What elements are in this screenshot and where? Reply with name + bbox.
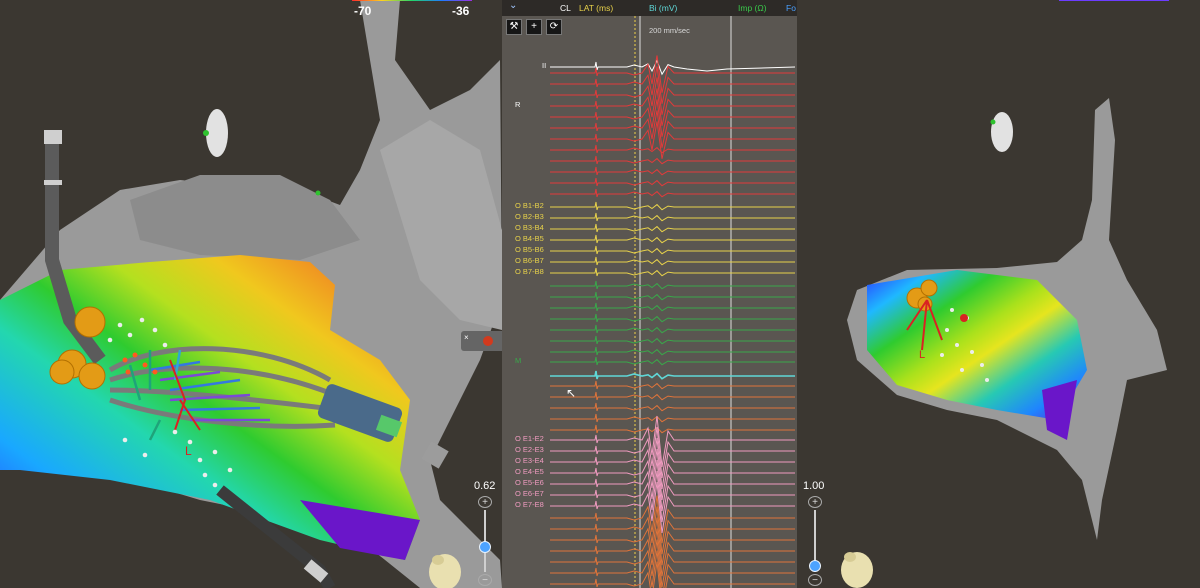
ecg-trace[interactable] <box>550 324 795 334</box>
ecg-trace[interactable] <box>550 402 795 412</box>
ecg-trace[interactable] <box>550 517 795 566</box>
ecg-trace[interactable] <box>550 280 795 290</box>
ecg-trace[interactable] <box>550 166 795 176</box>
channel-label[interactable]: R <box>515 100 520 109</box>
catheter-tip <box>44 130 62 144</box>
channel-label[interactable]: O E2-E3 <box>515 445 544 454</box>
ecg-trace[interactable] <box>550 539 795 588</box>
lat-color-scale <box>1059 0 1169 1</box>
ecg-trace[interactable] <box>550 380 795 390</box>
channel-label[interactable]: O E1-E2 <box>515 434 544 443</box>
ecg-trace[interactable] <box>550 267 795 277</box>
anatomy-marker-l: L <box>919 349 925 361</box>
channel-label[interactable]: O B7-B8 <box>515 267 544 276</box>
ecg-trace[interactable] <box>550 561 795 588</box>
ecg-trace[interactable] <box>550 335 795 345</box>
channel-label[interactable]: O E6-E7 <box>515 489 544 498</box>
catheter-tip-marker <box>960 314 968 322</box>
ecg-trace[interactable] <box>550 346 795 356</box>
landmark-tag <box>991 112 1013 152</box>
zoom-value-label: 1.00 <box>803 480 825 492</box>
channel-label[interactable]: O B3-B4 <box>515 223 544 232</box>
zoom-slider-knob[interactable] <box>809 560 821 572</box>
ecg-trace[interactable] <box>550 313 795 323</box>
ecg-trace[interactable] <box>550 177 795 187</box>
channel-label[interactable]: O E5-E6 <box>515 478 544 487</box>
channel-label[interactable]: O E7-E8 <box>515 500 544 509</box>
zoom-in-button[interactable]: + <box>478 496 492 508</box>
channel-label[interactable]: O B4-B5 <box>515 234 544 243</box>
zoom-out-button[interactable]: − <box>808 574 822 586</box>
lat-color-scale <box>352 0 472 1</box>
mouse-cursor-icon: ↖ <box>566 386 577 400</box>
ecg-trace[interactable] <box>550 223 795 233</box>
ecg-trace[interactable] <box>550 370 795 380</box>
anatomy-marker-l: L <box>185 444 192 458</box>
ecg-traces[interactable] <box>502 0 797 588</box>
channel-label[interactable]: II <box>542 61 546 70</box>
ecg-trace[interactable] <box>550 506 795 555</box>
channel-label[interactable]: O E3-E4 <box>515 456 544 465</box>
ecg-trace[interactable] <box>550 234 795 244</box>
ecg-trace[interactable] <box>550 59 796 76</box>
ecg-trace[interactable] <box>550 55 795 93</box>
channel-label[interactable]: O B5-B6 <box>515 245 544 254</box>
map-viewport-left[interactable]: L -70 -36 × 0.62 + − <box>0 0 502 588</box>
channel-label[interactable]: O B6-B7 <box>515 256 544 265</box>
zoom-value-label: 0.62 <box>474 480 496 492</box>
ecg-trace[interactable] <box>550 481 795 534</box>
ecg-trace[interactable] <box>550 144 795 154</box>
ecg-trace[interactable] <box>550 495 795 544</box>
ecg-trace[interactable] <box>550 413 795 423</box>
scale-max-label: -36 <box>452 4 470 18</box>
ecg-trace[interactable] <box>550 391 795 401</box>
zoom-slider[interactable]: + − <box>478 496 492 588</box>
scale-min-label: -70 <box>354 4 372 18</box>
ecg-trace[interactable] <box>550 424 795 434</box>
catheter-toolbar[interactable]: × <box>461 331 502 351</box>
close-icon[interactable]: × <box>464 333 469 342</box>
landmark-dot <box>315 190 321 196</box>
landmark-dot <box>990 119 996 125</box>
ecg-trace[interactable] <box>550 155 795 165</box>
zoom-in-button[interactable]: + <box>808 496 822 508</box>
zoom-slider-knob[interactable] <box>479 541 491 553</box>
ecg-trace[interactable] <box>550 302 795 312</box>
ecg-trace[interactable] <box>550 528 795 577</box>
zoom-out-button[interactable]: − <box>478 574 492 586</box>
landmark-tag <box>206 109 228 157</box>
catheter-icon[interactable] <box>483 336 493 346</box>
channel-label[interactable]: O B2-B3 <box>515 212 544 221</box>
ecg-trace[interactable] <box>550 470 795 523</box>
ecg-trace[interactable] <box>550 245 795 255</box>
ecg-trace[interactable] <box>550 212 795 222</box>
zoom-slider[interactable]: + − <box>808 496 822 588</box>
ecg-panel[interactable]: ⌄ CL LAT (ms) Bi (mV) Imp (Ω) Fo ⚒ + ⟳ 2… <box>502 0 797 588</box>
ecg-trace[interactable] <box>550 291 795 301</box>
ecg-trace[interactable] <box>550 256 795 266</box>
left-anatomy-canvas[interactable]: L <box>0 0 502 588</box>
channel-label[interactable]: O B1-B2 <box>515 201 544 210</box>
right-anatomy-canvas[interactable]: L <box>797 0 1200 588</box>
landmark-dot <box>203 130 209 136</box>
catheter-ring <box>44 180 62 185</box>
ecg-trace[interactable] <box>550 201 795 211</box>
channel-label[interactable]: M <box>515 356 521 365</box>
ecg-trace[interactable] <box>550 188 795 198</box>
ecg-trace[interactable] <box>550 356 795 366</box>
map-viewport-right[interactable]: L 1.00 + − <box>797 0 1200 588</box>
channel-label[interactable]: O E4-E5 <box>515 467 544 476</box>
orientation-heart-icon[interactable] <box>841 552 873 588</box>
